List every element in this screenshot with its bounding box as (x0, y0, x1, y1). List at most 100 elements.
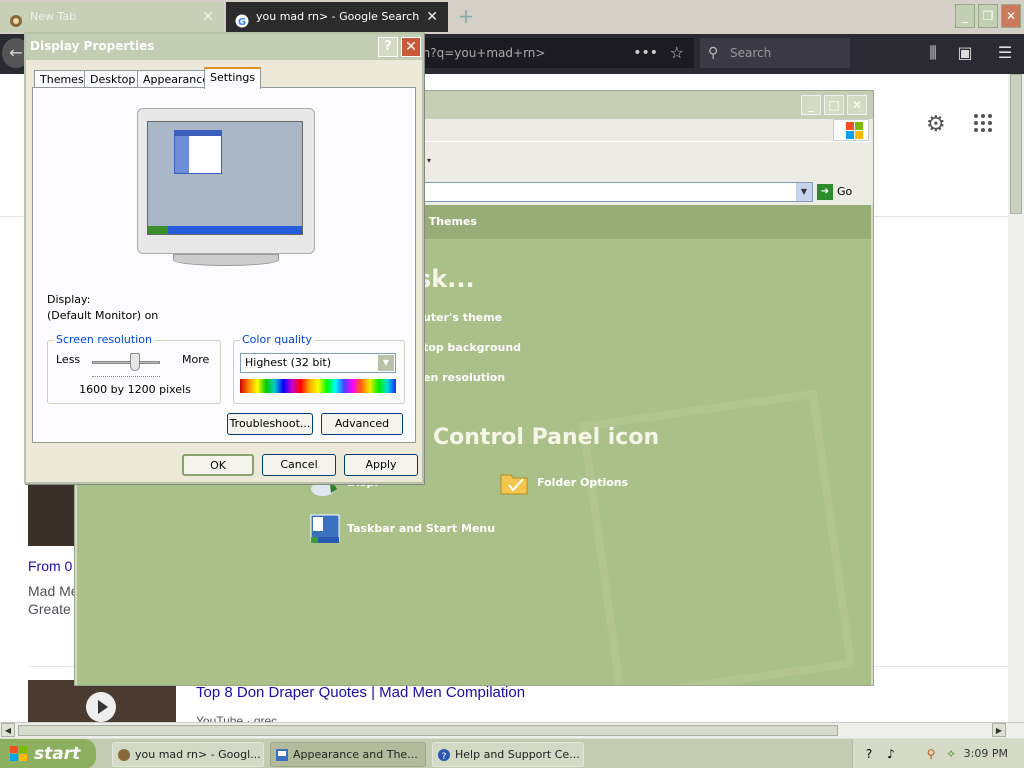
network-icon[interactable]: ✧ (943, 746, 959, 762)
result-thumbnail[interactable] (28, 482, 74, 546)
close-tab-icon[interactable]: ✕ (426, 2, 438, 32)
dialog-titlebar[interactable]: Display Properties ? ✕ (26, 34, 422, 60)
volume-icon[interactable]: ♪ (883, 746, 899, 762)
cancel-button[interactable]: Cancel (262, 454, 336, 476)
selected-value: Highest (32 bit) (245, 356, 332, 369)
restore-button[interactable]: ❐ (978, 4, 998, 28)
svg-text:?: ? (442, 752, 447, 762)
taskbar-item-label: you mad rn> - Googl... (135, 748, 261, 761)
gear-icon[interactable]: ⚙ (926, 112, 946, 137)
help-icon: ? (437, 747, 451, 762)
resolution-slider-thumb[interactable] (130, 353, 140, 371)
url-bar[interactable]: ch?q=you+mad+rn> ••• ☆ (410, 38, 694, 68)
screen-preview (147, 121, 303, 235)
menu-icon[interactable]: ☰ (994, 42, 1016, 64)
start-label: start (34, 744, 81, 764)
taskbar-item-appearance[interactable]: Appearance and The... (270, 742, 426, 767)
scrollbar-thumb[interactable] (18, 725, 838, 736)
display-properties-dialog: Display Properties ? ✕ Themes Desktop Ap… (24, 32, 424, 484)
slider-ticks (92, 373, 160, 377)
task-link-theme[interactable]: uter's theme (423, 311, 502, 324)
advanced-button[interactable]: Advanced (321, 413, 403, 435)
windows-logo-icon (833, 119, 869, 141)
search-icon: ⚲ (708, 45, 719, 61)
chevron-down-icon[interactable]: ▼ (796, 183, 812, 201)
search-input[interactable]: ⚲ Search (700, 38, 850, 68)
tab-settings[interactable]: Settings (204, 67, 262, 89)
task-link-background[interactable]: top background (423, 341, 521, 354)
page-actions-icon[interactable]: ••• (633, 38, 658, 68)
troubleshoot-button[interactable]: Troubleshoot... (227, 413, 313, 435)
color-quality-group: Color quality Highest (32 bit) ▼ (233, 333, 405, 404)
taskbar-item-firefox[interactable]: you mad rn> - Googl... (112, 742, 264, 767)
color-spectrum-bar (240, 379, 396, 393)
scroll-right-arrow[interactable]: ▶ (992, 723, 1006, 737)
category-title: d Themes (417, 215, 477, 228)
settings-panel: Display: (Default Monitor) on Screen res… (32, 87, 416, 443)
apps-grid-icon[interactable] (974, 114, 994, 134)
bookmark-star-icon[interactable]: ☆ (670, 38, 684, 68)
taskbar-item-help[interactable]: ? Help and Support Ce... (432, 742, 584, 767)
tab-label: New Tab (30, 10, 77, 23)
minimize-button[interactable]: _ (801, 95, 821, 115)
display-value: (Default Monitor) on (47, 309, 159, 322)
browser-tab-bar: New Tab ✕ G you mad rn> - Google Search … (0, 0, 1024, 34)
ok-button[interactable]: OK (182, 454, 254, 476)
resolution-slider-track[interactable] (92, 361, 160, 364)
tab-new-tab[interactable]: New Tab ✕ (0, 2, 224, 32)
taskbar-start-menu-item[interactable]: Taskbar and Start Menu (309, 513, 509, 545)
close-tab-icon[interactable]: ✕ (202, 2, 214, 32)
new-tab-button[interactable]: + (452, 2, 480, 32)
color-quality-select[interactable]: Highest (32 bit) ▼ (240, 353, 396, 373)
result-title-link[interactable]: Top 8 Don Draper Quotes | Mad Men Compil… (196, 684, 525, 701)
url-text: ch?q=you+mad+rn> (416, 46, 546, 60)
folder-options-item[interactable]: Folder Options (499, 467, 679, 499)
firefox-icon (117, 747, 131, 761)
preview-start-button (148, 226, 168, 234)
tab-google-search[interactable]: G you mad rn> - Google Search ✕ (226, 2, 448, 32)
close-button[interactable]: ✕ (847, 95, 867, 115)
go-label: Go (837, 185, 853, 198)
library-icon[interactable]: ⫼ (922, 42, 944, 64)
more-label: More (182, 353, 210, 366)
search-tray-icon[interactable]: ⚲ (923, 746, 939, 762)
apply-button[interactable]: Apply (344, 454, 418, 476)
close-button[interactable]: ✕ (401, 37, 421, 57)
control-panel-icon (275, 747, 289, 761)
help-tray-icon[interactable]: ? (861, 746, 877, 762)
tab-label: you mad rn> - Google Search (256, 10, 420, 23)
system-tray: ? ♪ ⚲ ✧ 3:09 PM (852, 739, 1024, 768)
taskbar-start-menu-label: Taskbar and Start Menu (347, 522, 496, 535)
minimize-button[interactable]: _ (955, 4, 975, 28)
result-title-link[interactable]: From 0 (28, 558, 72, 574)
play-icon[interactable] (86, 692, 116, 722)
chevron-down-icon[interactable]: ▼ (378, 355, 394, 371)
go-button[interactable]: ➜ Go (817, 182, 867, 202)
vertical-scrollbar[interactable] (1008, 74, 1024, 722)
clock: 3:09 PM (963, 747, 1008, 760)
help-button[interactable]: ? (378, 37, 398, 57)
task-link-resolution[interactable]: en resolution (423, 371, 505, 384)
less-label: Less (56, 353, 81, 366)
address-input[interactable]: ▼ (375, 182, 813, 202)
close-window-button[interactable]: ✕ (1001, 4, 1021, 28)
maximize-button[interactable]: □ (824, 95, 844, 115)
video-thumbnail[interactable] (28, 680, 176, 722)
display-label: Display: (47, 293, 91, 306)
firefox-icon (9, 10, 23, 27)
pick-task-heading: sk... (417, 265, 475, 293)
horizontal-scrollbar[interactable]: ◀ ▶ (0, 722, 1024, 738)
scroll-left-arrow[interactable]: ◀ (1, 723, 15, 737)
pick-icon-heading: Control Panel icon (433, 425, 660, 450)
taskbar: start you mad rn> - Googl... Appearance … (0, 738, 1024, 768)
start-button[interactable]: start (0, 739, 96, 768)
sidebar-icon[interactable]: ▣ (954, 42, 976, 64)
group-legend: Screen resolution (54, 333, 154, 346)
tab-desktop[interactable]: Desktop (84, 70, 142, 88)
svg-text:G: G (238, 17, 246, 28)
tab-themes[interactable]: Themes (34, 70, 90, 88)
screen-resolution-group: Screen resolution Less More 1600 by 1200… (47, 333, 221, 404)
dropdown-arrow-icon[interactable]: ▾ (427, 156, 431, 165)
resolution-value: 1600 by 1200 pixels (79, 383, 191, 396)
scrollbar-thumb[interactable] (1010, 74, 1022, 214)
